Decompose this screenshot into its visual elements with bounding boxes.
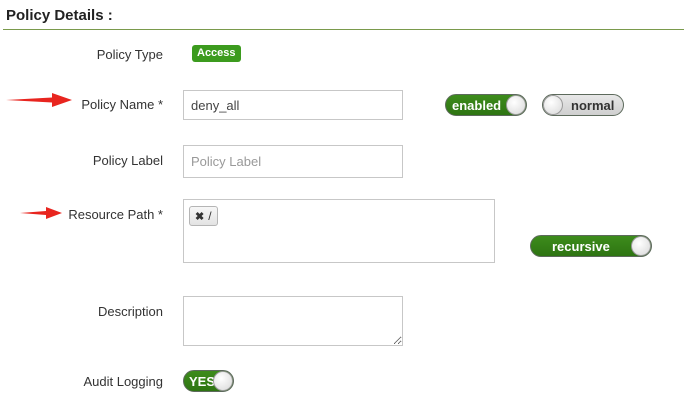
toggle-knob [631,236,651,256]
red-arrow-icon [6,93,72,107]
enabled-toggle[interactable]: enabled [445,94,527,116]
section-title: Policy Details : [6,7,113,24]
toggle-knob [543,95,563,115]
recursive-toggle-label: recursive [552,239,610,254]
recursive-toggle[interactable]: recursive [530,235,652,257]
red-arrow-icon [20,207,62,219]
normal-toggle[interactable]: normal [542,94,624,116]
resource-path-tag-text: / [208,209,212,223]
policy-name-input[interactable] [183,90,403,120]
description-label: Description [97,304,163,319]
resource-path-label: Resource Path * [68,207,163,222]
policy-label-label: Policy Label [92,153,163,168]
audit-logging-label: Audit Logging [83,374,163,389]
enabled-toggle-label: enabled [452,98,502,113]
resource-path-input[interactable] [183,199,495,263]
policy-type-label: Policy Type [96,47,163,62]
toggle-knob [506,95,526,115]
audit-logging-toggle-label: YES [189,374,216,389]
resource-path-tag[interactable]: ✖ / [189,206,218,226]
description-textarea[interactable] [183,296,403,346]
toggle-knob [213,371,233,391]
section-divider [3,29,684,30]
policy-name-label: Policy Name * [81,97,163,112]
normal-toggle-label: normal [571,98,615,113]
policy-label-input[interactable] [183,145,403,178]
remove-tag-icon[interactable]: ✖ [195,211,204,223]
audit-logging-toggle[interactable]: YES [183,370,234,392]
policy-type-badge: Access [192,45,241,62]
